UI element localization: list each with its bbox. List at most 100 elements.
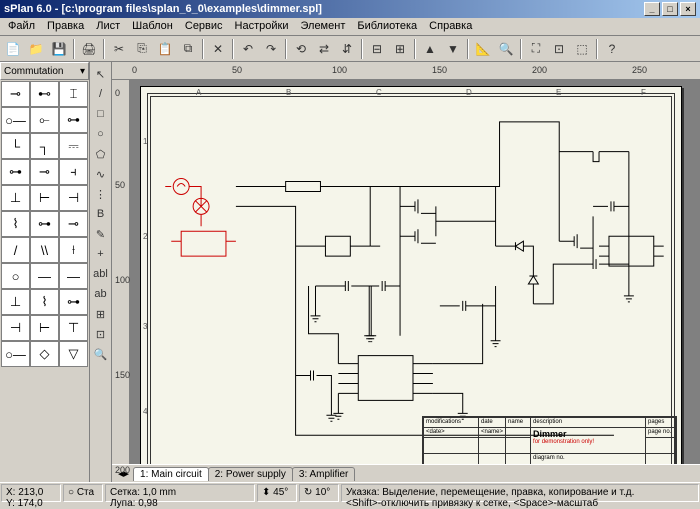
front-icon[interactable]: ▲ [419,38,441,60]
menu-tools[interactable]: Сервис [179,19,229,34]
library-symbol[interactable]: ○— [1,341,30,367]
library-symbol[interactable]: \\ [30,237,59,263]
zoom-all-icon[interactable]: ⊡ [548,38,570,60]
library-symbol[interactable]: — [30,263,59,289]
vertical-ruler: 0 50 100 150 200 [112,80,130,464]
library-symbol[interactable]: ▽ [59,341,88,367]
mirror-v-icon[interactable]: ⇵ [336,38,358,60]
draw-tool[interactable]: B [91,204,111,224]
status-hint: Указка: Выделение, перемещение, правка, … [341,484,699,502]
drawing-tools: ↖/□○⬠∿⋮B✎+ablab⊞⊡🔍 [90,62,112,482]
draw-tool[interactable]: ∿ [91,164,111,184]
back-icon[interactable]: ▼ [442,38,464,60]
library-symbol[interactable]: / [1,237,30,263]
status-bar: X: 213,0 Y: 174,0 ○ Ста Сетка: 1,0 mm Лу… [0,482,700,503]
library-symbol[interactable]: ⫞ [59,159,88,185]
zoom-sel-icon[interactable]: ⬚ [571,38,593,60]
find-icon[interactable]: 🔍 [495,38,517,60]
tab-amplifier[interactable]: 3: Amplifier [292,467,355,481]
library-symbol[interactable]: ⌇ [30,289,59,315]
library-symbol[interactable]: ○— [1,107,30,133]
group-icon[interactable]: ⊟ [366,38,388,60]
draw-tool[interactable]: ⊞ [91,304,111,324]
print-icon[interactable]: 🖨 [78,38,100,60]
maximize-button[interactable]: □ [662,2,678,16]
draw-tool[interactable]: + [91,244,111,264]
duplicate-icon[interactable]: ⧉ [177,38,199,60]
draw-tool[interactable]: / [91,84,111,104]
menu-element[interactable]: Элемент [294,19,351,34]
status-grid: Сетка: 1,0 mm [110,487,250,498]
draw-tool[interactable]: abl [91,264,111,284]
library-symbol[interactable]: ⊣ [59,185,88,211]
library-symbol[interactable]: ⊶ [59,289,88,315]
redo-icon[interactable]: ↷ [260,38,282,60]
library-symbol[interactable]: ⊤ [59,315,88,341]
paste-icon[interactable]: 📋 [154,38,176,60]
library-symbol[interactable]: ┐ [30,133,59,159]
cut-icon[interactable]: ✂ [108,38,130,60]
rotate-icon[interactable]: ⟲ [290,38,312,60]
draw-tool[interactable]: ↖ [91,64,111,84]
save-icon[interactable]: 💾 [48,38,70,60]
draw-tool[interactable]: ⋮ [91,184,111,204]
horizontal-ruler: 0 50 100 150 200 250 [112,62,700,80]
library-symbol[interactable]: ⊥ [1,289,30,315]
library-symbol[interactable]: ⊢ [30,315,59,341]
library-symbol[interactable]: ⊸ [1,81,30,107]
library-symbol[interactable]: ⊷ [30,81,59,107]
library-panel: Commutation ▾ ⊸⊷⌶○—⟜⊶└┐⎓⊶⊸⫞⊥⊢⊣⌇⊶⊸/\\⟊○——… [0,62,90,482]
library-symbol[interactable]: ○ [1,263,30,289]
menu-edit[interactable]: Правка [41,19,90,34]
menu-file[interactable]: Файл [2,19,41,34]
menu-library[interactable]: Библиотека [351,19,423,34]
menu-template[interactable]: Шаблон [126,19,179,34]
library-symbol[interactable]: ⊣ [1,315,30,341]
tab-main-circuit[interactable]: 1: Main circuit [133,467,209,481]
drawing-canvas[interactable]: A B C D E F 1 2 3 4 [130,80,700,464]
library-symbol[interactable]: ⌶ [59,81,88,107]
library-symbol[interactable]: ⎓ [59,133,88,159]
tab-power-supply[interactable]: 2: Power supply [208,467,293,481]
menu-settings[interactable]: Настройки [229,19,295,34]
ungroup-icon[interactable]: ⊞ [389,38,411,60]
library-symbol[interactable]: ⟊ [59,237,88,263]
new-icon[interactable]: 📄 [2,38,24,60]
draw-tool[interactable]: ✎ [91,224,111,244]
draw-tool[interactable]: ab [91,284,111,304]
draw-tool[interactable]: 🔍 [91,344,111,364]
library-symbol[interactable]: ⊸ [30,159,59,185]
library-symbol[interactable]: ⊶ [1,159,30,185]
library-symbol[interactable]: ⊥ [1,185,30,211]
library-dropdown-icon[interactable]: ▾ [80,66,85,77]
draw-tool[interactable]: □ [91,104,111,124]
close-button[interactable]: × [680,2,696,16]
status-std[interactable]: ○ Ста [63,484,103,502]
library-symbol[interactable]: └ [1,133,30,159]
library-symbol[interactable]: ⊸ [59,211,88,237]
library-symbol[interactable]: ⟜ [30,107,59,133]
undo-icon[interactable]: ↶ [237,38,259,60]
delete-icon[interactable]: ✕ [207,38,229,60]
library-symbol[interactable]: ⊶ [30,211,59,237]
menu-sheet[interactable]: Лист [90,19,126,34]
copy-icon[interactable]: ⎘ [131,38,153,60]
mirror-h-icon[interactable]: ⇄ [313,38,335,60]
draw-tool[interactable]: ⬠ [91,144,111,164]
status-scale: ⬍ 45° [257,484,297,502]
library-symbol[interactable]: — [59,263,88,289]
draw-tool[interactable]: ○ [91,124,111,144]
library-symbol[interactable]: ⌇ [1,211,30,237]
minimize-button[interactable]: _ [644,2,660,16]
library-symbol[interactable]: ⊶ [59,107,88,133]
help-icon[interactable]: ? [601,38,623,60]
schematic-drawing [141,87,681,464]
open-icon[interactable]: 📁 [25,38,47,60]
library-symbol[interactable]: ◇ [30,341,59,367]
zoom-page-icon[interactable]: ⛶ [525,38,547,60]
draw-tool[interactable]: ⊡ [91,324,111,344]
measure-icon[interactable]: 📐 [472,38,494,60]
menu-help[interactable]: Справка [423,19,478,34]
library-symbol[interactable]: ⊢ [30,185,59,211]
status-coords: X: 213,0 Y: 174,0 [1,484,61,502]
